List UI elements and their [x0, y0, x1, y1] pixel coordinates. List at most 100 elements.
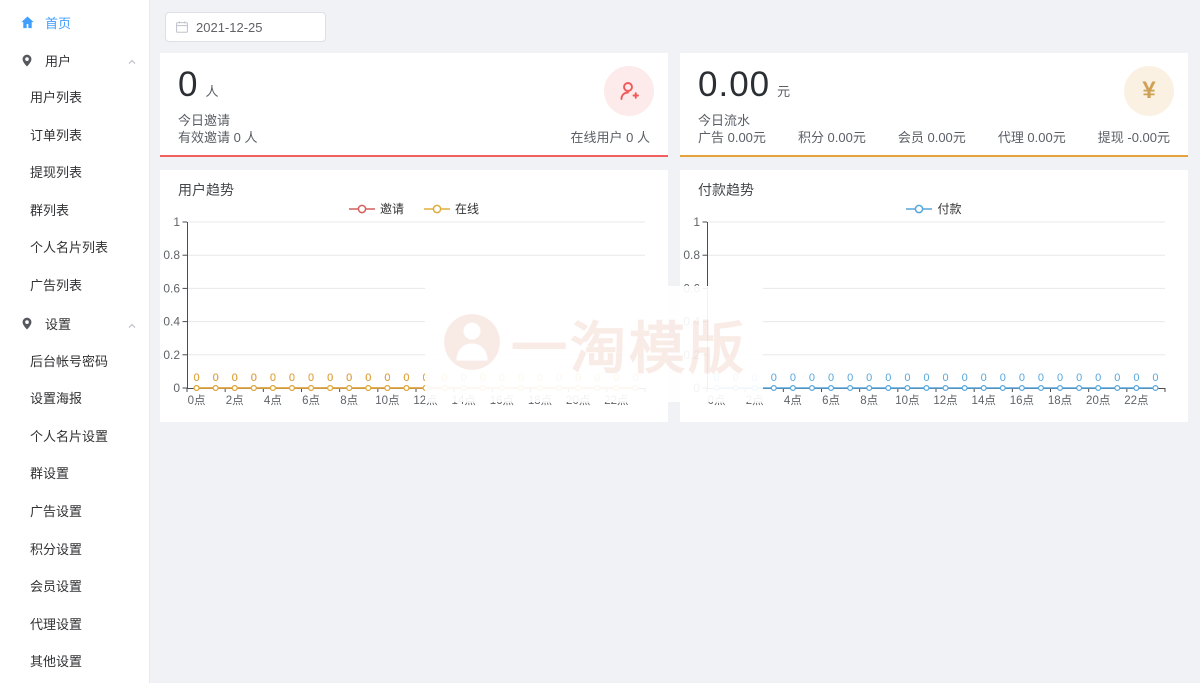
svg-text:10点: 10点: [375, 394, 399, 407]
stat-footer-item: 广告 0.00元: [698, 127, 766, 146]
date-value: 2021-12-25: [196, 20, 263, 35]
svg-text:6点: 6点: [822, 394, 840, 407]
svg-text:0: 0: [885, 372, 891, 384]
svg-text:0点: 0点: [188, 394, 206, 407]
svg-text:1: 1: [693, 215, 700, 229]
svg-text:0.8: 0.8: [163, 248, 180, 262]
sidebar-group-label: 设置: [45, 314, 71, 333]
sidebar-subitem[interactable]: 个人名片设置: [0, 418, 149, 456]
home-icon: [20, 14, 36, 30]
svg-text:0: 0: [809, 372, 815, 384]
svg-text:2点: 2点: [226, 394, 244, 407]
chart-plot: 00.20.40.60.810点2点4点6点8点10点12点14点16点18点2…: [680, 170, 1188, 422]
svg-text:8点: 8点: [340, 394, 358, 407]
sidebar-group-settings[interactable]: 设置: [0, 305, 149, 343]
sidebar-group-users[interactable]: 用户: [0, 41, 149, 79]
svg-text:0: 0: [422, 372, 428, 384]
sidebar-subitem[interactable]: 用户列表: [0, 79, 149, 117]
svg-text:0点: 0点: [708, 394, 726, 407]
svg-text:0.4: 0.4: [163, 315, 180, 329]
stat-value: 0.00: [698, 65, 770, 105]
calendar-icon: [175, 20, 189, 34]
svg-text:0: 0: [1057, 372, 1063, 384]
stat-footer-item: 代理 0.00元: [998, 127, 1066, 146]
svg-text:0: 0: [499, 372, 505, 384]
svg-text:0.2: 0.2: [163, 348, 180, 362]
sidebar-group-label: 用户: [45, 51, 71, 70]
sidebar-subitem[interactable]: 提现列表: [0, 154, 149, 192]
svg-text:0: 0: [213, 372, 219, 384]
chevron-up-icon: [127, 319, 137, 334]
sidebar-item-home[interactable]: 首页: [0, 3, 149, 41]
svg-text:6点: 6点: [302, 394, 320, 407]
svg-text:0.4: 0.4: [683, 315, 700, 329]
svg-text:0: 0: [1114, 372, 1120, 384]
yen-icon: ¥: [1124, 66, 1174, 116]
svg-text:16点: 16点: [1010, 394, 1034, 407]
svg-text:0: 0: [1095, 372, 1101, 384]
svg-text:0: 0: [575, 372, 581, 384]
sidebar-subitem[interactable]: 广告设置: [0, 493, 149, 531]
svg-text:18点: 18点: [1048, 394, 1072, 407]
svg-text:0: 0: [289, 372, 295, 384]
svg-text:0: 0: [713, 372, 719, 384]
sidebar-subitem[interactable]: 积分设置: [0, 531, 149, 569]
svg-text:0.2: 0.2: [683, 348, 700, 362]
svg-text:0: 0: [365, 372, 371, 384]
user-add-icon: [604, 66, 654, 116]
svg-text:0: 0: [403, 372, 409, 384]
sidebar-subitem[interactable]: 后台帐号密码: [0, 343, 149, 381]
svg-text:0: 0: [962, 372, 968, 384]
svg-text:0: 0: [632, 372, 638, 384]
svg-text:10点: 10点: [895, 394, 919, 407]
sidebar-subitem[interactable]: 设置海报: [0, 380, 149, 418]
svg-text:0: 0: [828, 372, 834, 384]
stat-value: 0: [178, 65, 198, 105]
svg-text:0: 0: [480, 372, 486, 384]
svg-text:0: 0: [866, 372, 872, 384]
sidebar-subitem[interactable]: 个人名片列表: [0, 229, 149, 267]
svg-text:18点: 18点: [528, 394, 552, 407]
date-picker-input[interactable]: 2021-12-25: [165, 12, 326, 42]
svg-text:12点: 12点: [933, 394, 957, 407]
svg-text:0: 0: [752, 372, 758, 384]
stat-footer-item: 积分 0.00元: [798, 127, 866, 146]
sidebar-submenu-settings: 后台帐号密码设置海报个人名片设置群设置广告设置积分设置会员设置代理设置其他设置: [0, 343, 149, 681]
stat-unit: 元: [777, 81, 790, 100]
sidebar-subitem[interactable]: 群设置: [0, 455, 149, 493]
chevron-up-icon: [127, 55, 137, 70]
svg-text:0: 0: [1152, 372, 1158, 384]
sidebar-subitem[interactable]: 其他设置: [0, 643, 149, 681]
sidebar-item-label: 首页: [45, 13, 71, 32]
svg-text:0: 0: [173, 381, 180, 395]
chart-card-payment-trend: 付款趋势 付款00.20.40.60.810点2点4点6点8点10点12点14点…: [680, 170, 1188, 422]
svg-text:0: 0: [461, 372, 467, 384]
svg-text:0: 0: [942, 372, 948, 384]
chart-card-user-trend: 用户趋势 邀请在线00.20.40.60.810点2点4点6点8点10点12点1…: [160, 170, 668, 422]
svg-text:16点: 16点: [490, 394, 514, 407]
stat-footer-item: 会员 0.00元: [898, 127, 966, 146]
sidebar: 首页 用户 用户列表订单列表提现列表群列表个人名片列表广告列表 设置 后台帐号密…: [0, 0, 150, 683]
sidebar-submenu-users: 用户列表订单列表提现列表群列表个人名片列表广告列表: [0, 79, 149, 305]
stat-footer-item: 有效邀请 0 人: [178, 127, 257, 146]
svg-text:12点: 12点: [413, 394, 437, 407]
svg-text:0: 0: [384, 372, 390, 384]
pin-icon: [20, 52, 36, 68]
sidebar-subitem[interactable]: 会员设置: [0, 568, 149, 606]
svg-text:22点: 22点: [604, 394, 628, 407]
sidebar-subitem[interactable]: 代理设置: [0, 606, 149, 644]
svg-text:0: 0: [693, 381, 700, 395]
svg-text:0: 0: [1038, 372, 1044, 384]
svg-text:4点: 4点: [784, 394, 802, 407]
svg-text:22点: 22点: [1124, 394, 1148, 407]
svg-text:0: 0: [308, 372, 314, 384]
svg-text:0: 0: [923, 372, 929, 384]
sidebar-subitem[interactable]: 群列表: [0, 192, 149, 230]
sidebar-subitem[interactable]: 订单列表: [0, 117, 149, 155]
sidebar-subitem[interactable]: 广告列表: [0, 267, 149, 305]
svg-text:0: 0: [981, 372, 987, 384]
svg-text:14点: 14点: [972, 394, 996, 407]
stat-footer-item: 在线用户 0 人: [571, 127, 650, 146]
svg-text:0: 0: [790, 372, 796, 384]
svg-text:0: 0: [442, 372, 448, 384]
